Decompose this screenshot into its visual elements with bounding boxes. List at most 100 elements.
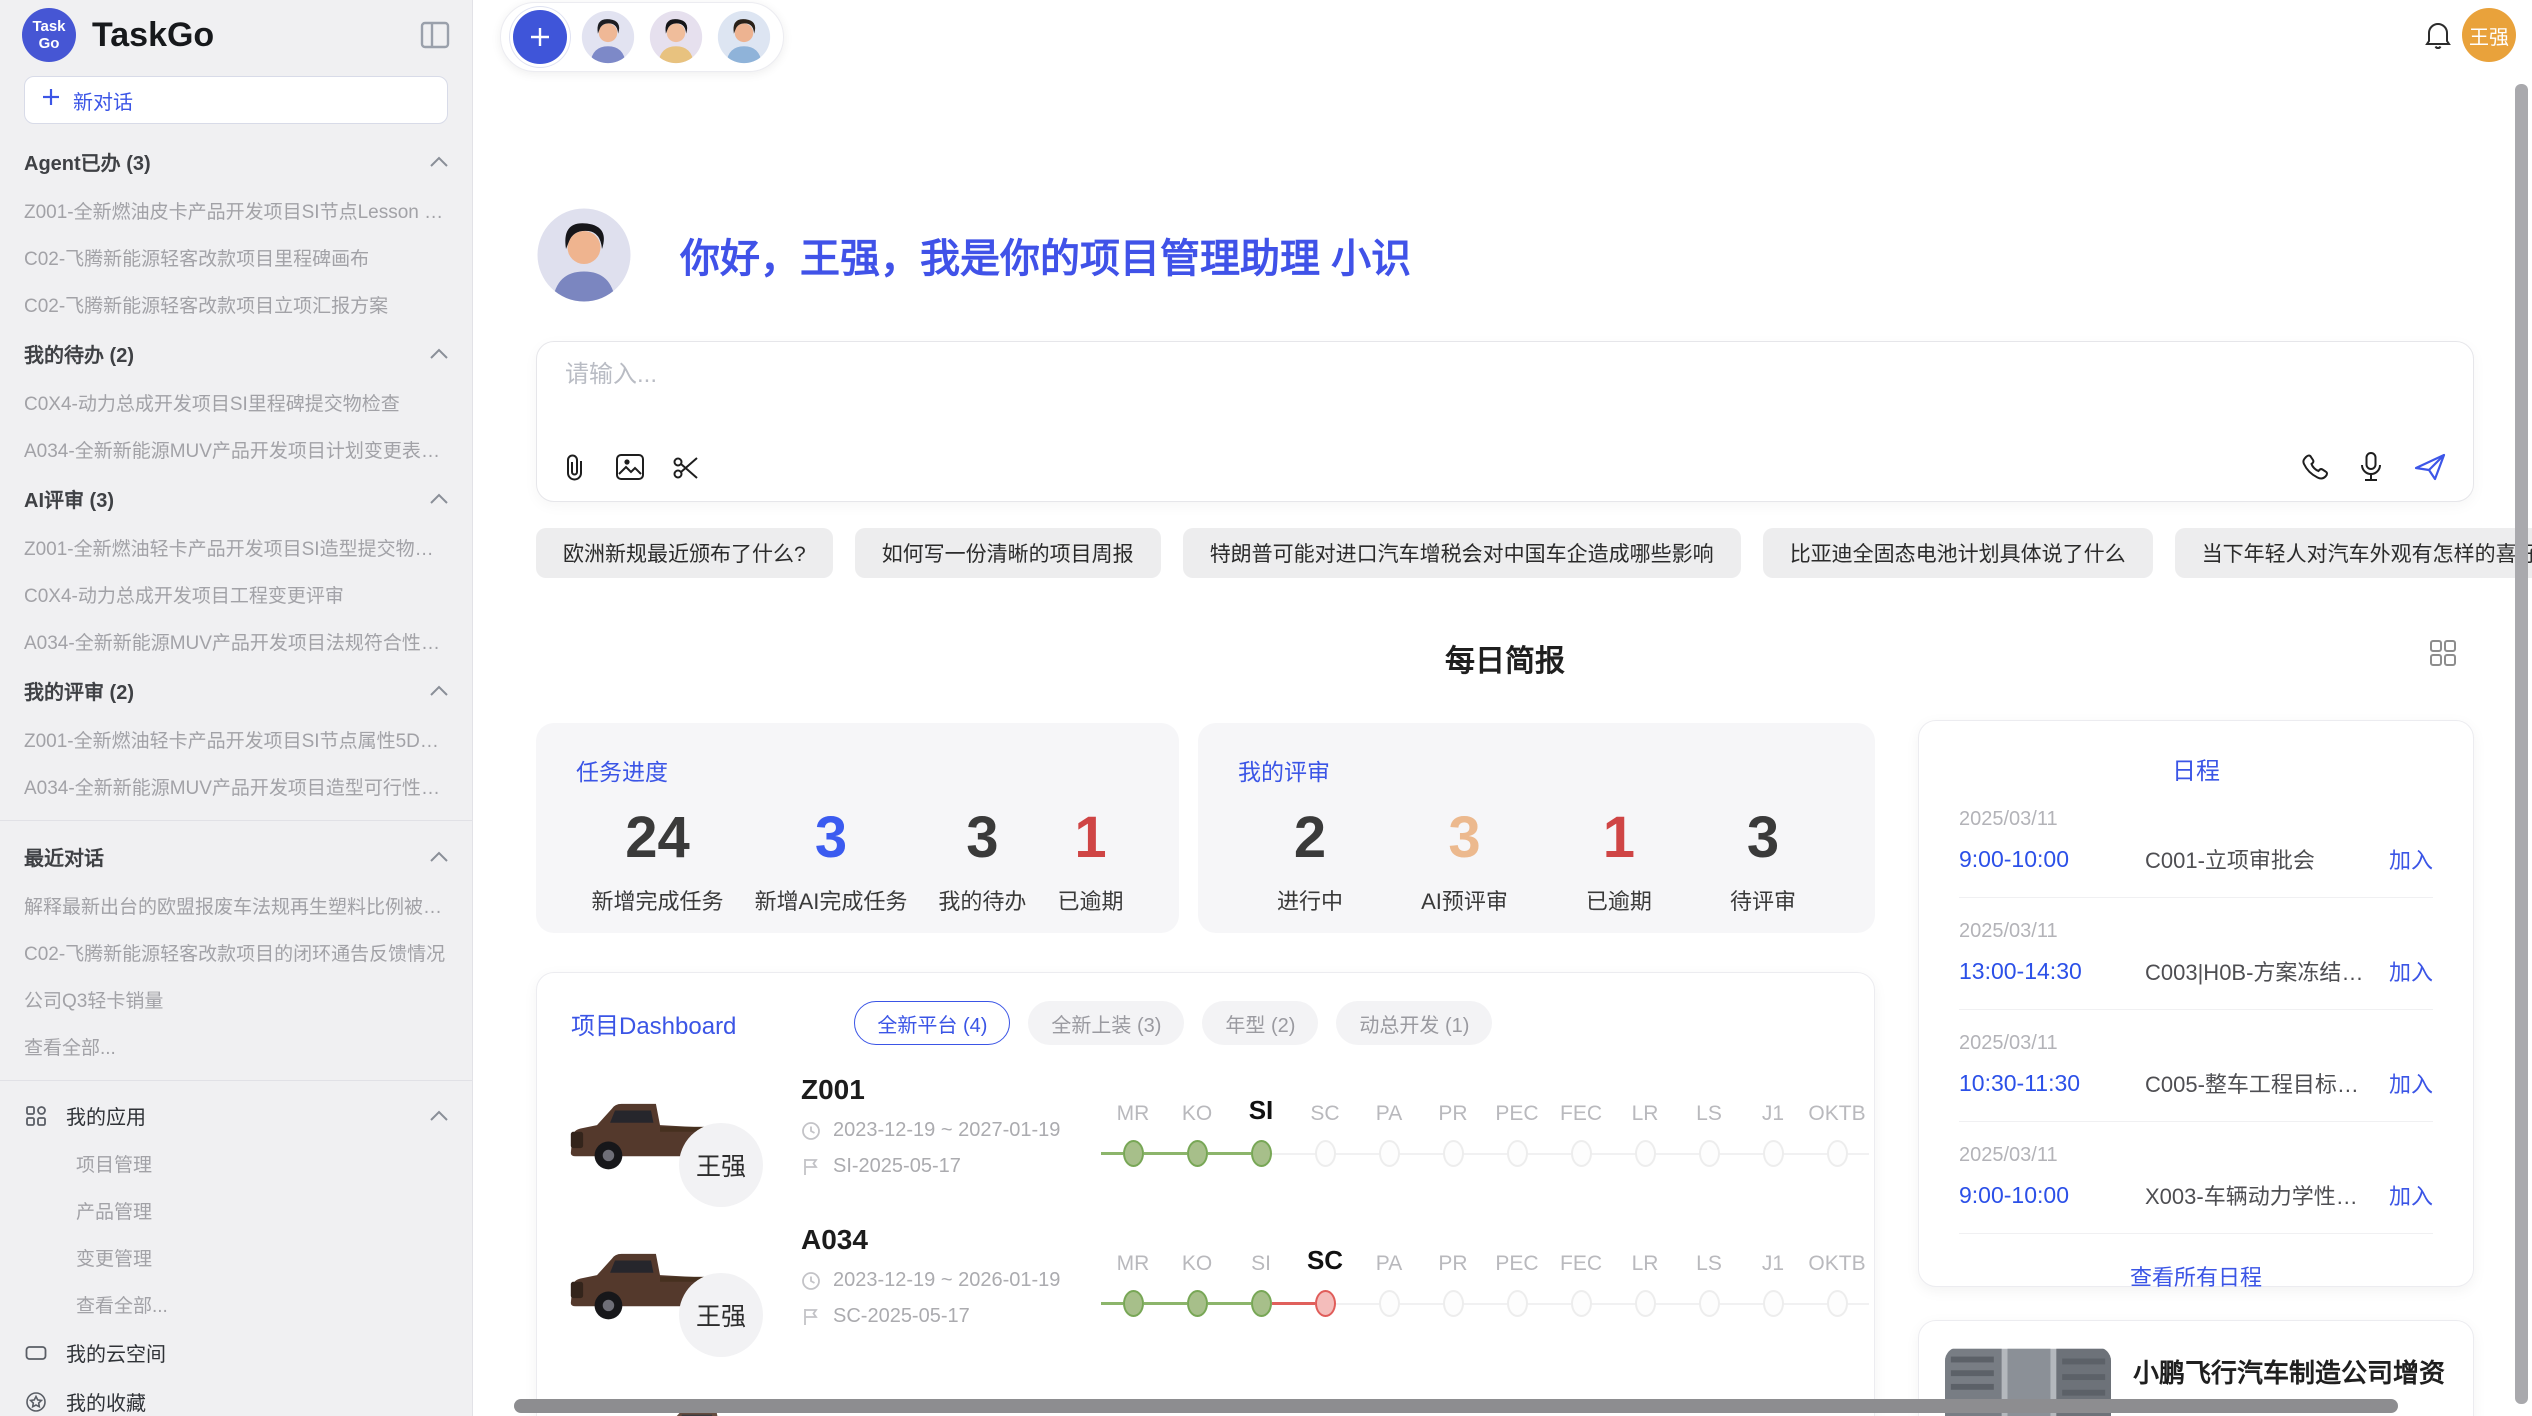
microphone-icon[interactable]: [2359, 451, 2383, 483]
send-icon[interactable]: [2413, 451, 2447, 483]
phone-call-icon[interactable]: [2301, 453, 2329, 481]
suggestion-chip[interactable]: 当下年轻人对汽车外观有怎样的喜好趋势: [2175, 528, 2532, 578]
milestone-dotrow: [1229, 1139, 1293, 1169]
notification-bell-icon[interactable]: [2424, 20, 2452, 55]
image-icon[interactable]: [615, 453, 645, 483]
chevron-up-icon[interactable]: [430, 851, 448, 862]
event-time: 9:00-10:00: [1959, 846, 2145, 873]
project-row[interactable]: 王强A0342023-12-19 ~ 2026-01-19SC-2025-05-…: [537, 1201, 1874, 1351]
sidebar-item[interactable]: C0X4-动力总成开发项目SI里程碑提交物检查: [0, 379, 472, 426]
assistant-avatar-3[interactable]: [717, 10, 771, 64]
milestone: PA: [1357, 1234, 1421, 1319]
milestone: J1: [1741, 1084, 1805, 1169]
stat-item: 3新增AI完成任务: [755, 805, 908, 916]
user-avatar[interactable]: 王强: [2462, 8, 2516, 62]
milestone-segment: [1549, 1153, 1571, 1155]
sidebar-item[interactable]: A034-全新新能源MUV产品开发项目计划变更表编写: [0, 426, 472, 473]
chat-input[interactable]: [563, 360, 2167, 390]
stat-label: 新增完成任务: [592, 884, 724, 916]
sidebar-section-header[interactable]: 我的待办 (2): [0, 328, 472, 379]
chevron-up-icon[interactable]: [430, 156, 448, 167]
dashboard-tab[interactable]: 动总开发 (1): [1336, 1001, 1492, 1045]
milestone-dotrow: [1613, 1289, 1677, 1319]
layout-grid-icon[interactable]: [2428, 638, 2458, 673]
dashboard-tab[interactable]: 年型 (2): [1202, 1001, 1318, 1045]
chevron-up-icon[interactable]: [430, 685, 448, 696]
sidebar-item[interactable]: 解释最新出台的欧盟报废车法规再生塑料比例被调至15%...: [0, 882, 472, 929]
sidebar-item[interactable]: Z001-全新燃油轻卡产品开发项目SI节点属性5D文件评审: [0, 716, 472, 763]
milestone-dotrow: [1549, 1289, 1613, 1319]
chevron-up-icon[interactable]: [430, 493, 448, 504]
event-date: 2025/03/11: [1959, 808, 2433, 831]
milestone-segment: [1400, 1303, 1422, 1305]
view-all-schedule-link[interactable]: 查看所有日程: [1919, 1260, 2473, 1292]
sidebar-app-item[interactable]: 变更管理: [0, 1234, 472, 1281]
project-info: A0342023-12-19 ~ 2026-01-19SC-2025-05-17: [801, 1224, 1101, 1328]
milestone-segment: [1229, 1152, 1251, 1155]
milestone-segment: [1805, 1153, 1827, 1155]
sidebar-app-item[interactable]: 项目管理: [0, 1140, 472, 1187]
suggestion-chip[interactable]: 特朗普可能对进口汽车增税会对中国车企造成哪些影响: [1183, 528, 1741, 578]
milestone: SI: [1229, 1234, 1293, 1319]
milestone-dot: [1123, 1290, 1144, 1317]
view-all-link[interactable]: 查看全部...: [0, 1023, 472, 1070]
cloud-folder-icon: [24, 1344, 48, 1362]
sidebar-section-header[interactable]: 我的评审 (2): [0, 665, 472, 716]
sidebar-section-header[interactable]: 最近对话: [0, 831, 472, 882]
milestone: LR: [1613, 1084, 1677, 1169]
suggestion-chip[interactable]: 如何写一份清晰的项目周报: [855, 528, 1161, 578]
sidebar-item[interactable]: C02-飞腾新能源轻客改款项目立项汇报方案: [0, 281, 472, 328]
assistant-avatar-2[interactable]: [649, 10, 703, 64]
assistant-avatar-1[interactable]: [581, 10, 635, 64]
join-link[interactable]: 加入: [2389, 955, 2433, 987]
sidebar-section-header[interactable]: AI评审 (3): [0, 473, 472, 524]
sidebar-section-header[interactable]: Agent已办 (3): [0, 136, 472, 187]
stat-item: 2进行中: [1277, 805, 1343, 916]
milestone-dotrow: [1293, 1139, 1357, 1169]
join-link[interactable]: 加入: [2389, 1067, 2433, 1099]
view-all-link[interactable]: 查看全部...: [0, 1281, 472, 1328]
milestone-dotrow: [1613, 1139, 1677, 1169]
sidebar-app-item[interactable]: 产品管理: [0, 1187, 472, 1234]
sidebar-collapse-icon[interactable]: [420, 21, 450, 49]
add-assistant-button[interactable]: [513, 10, 567, 64]
sidebar-item-my-apps[interactable]: 我的应用: [0, 1091, 472, 1140]
milestone-segment: [1549, 1303, 1571, 1305]
milestone-dotrow: [1357, 1139, 1421, 1169]
paperclip-icon[interactable]: [561, 453, 589, 483]
milestone-dot: [1699, 1140, 1720, 1167]
project-row[interactable]: 王强Z0012023-12-19 ~ 2027-01-19SI-2025-05-…: [537, 1051, 1874, 1201]
suggestion-chips: 欧洲新规最近颁布了什么? 如何写一份清晰的项目周报特朗普可能对进口汽车增税会对中国…: [536, 528, 2474, 578]
suggestion-chip[interactable]: 欧洲新规最近颁布了什么?: [536, 528, 833, 578]
plus-icon: [41, 87, 61, 113]
dashboard-tab[interactable]: 全新平台 (4): [854, 1001, 1010, 1045]
new-chat-button[interactable]: 新对话: [24, 76, 448, 124]
milestone-segment: [1101, 1152, 1123, 1155]
milestone-label: SI: [1249, 1084, 1274, 1126]
sidebar-item[interactable]: A034-全新新能源MUV产品开发项目法规符合性评审: [0, 618, 472, 665]
vertical-scrollbar[interactable]: [2515, 84, 2528, 1404]
chevron-up-icon[interactable]: [430, 348, 448, 359]
daily-brief-title: 每日简报: [1445, 645, 1565, 678]
sidebar-item[interactable]: C0X4-动力总成开发项目工程变更评审: [0, 571, 472, 618]
sidebar-item[interactable]: Z001-全新燃油皮卡产品开发项目SI节点Lesson Learn报告: [0, 187, 472, 234]
logo-line2: Go: [39, 35, 60, 52]
sidebar-item[interactable]: A034-全新新能源MUV产品开发项目造型可行性评审: [0, 763, 472, 810]
dashboard-tab[interactable]: 全新上装 (3): [1028, 1001, 1184, 1045]
suggestion-chip[interactable]: 比亚迪全固态电池计划具体说了什么: [1763, 528, 2153, 578]
chevron-up-icon[interactable]: [430, 1110, 448, 1121]
stat-value: 2: [1277, 805, 1343, 872]
main-area: 王强 你好，王强，我是你的项目管理助理 小识: [473, 0, 2532, 1416]
milestone-dot: [1571, 1140, 1592, 1167]
join-link[interactable]: 加入: [2389, 1179, 2433, 1211]
horizontal-scrollbar[interactable]: [514, 1399, 2398, 1413]
sidebar-item[interactable]: Z001-全新燃油轻卡产品开发项目SI造型提交物评审: [0, 524, 472, 571]
scissors-icon[interactable]: [671, 453, 701, 483]
sidebar-item[interactable]: C02-飞腾新能源轻客改款项目里程碑画布: [0, 234, 472, 281]
sidebar-item-favorites[interactable]: 我的收藏: [0, 1377, 472, 1416]
sidebar-item[interactable]: 公司Q3轻卡销量: [0, 976, 472, 1023]
sidebar-item-cloud-space[interactable]: 我的云空间: [0, 1328, 472, 1377]
join-link[interactable]: 加入: [2389, 843, 2433, 875]
sidebar-item[interactable]: C02-飞腾新能源轻客改款项目的闭环通告反馈情况: [0, 929, 472, 976]
milestone-segment: [1741, 1153, 1763, 1155]
